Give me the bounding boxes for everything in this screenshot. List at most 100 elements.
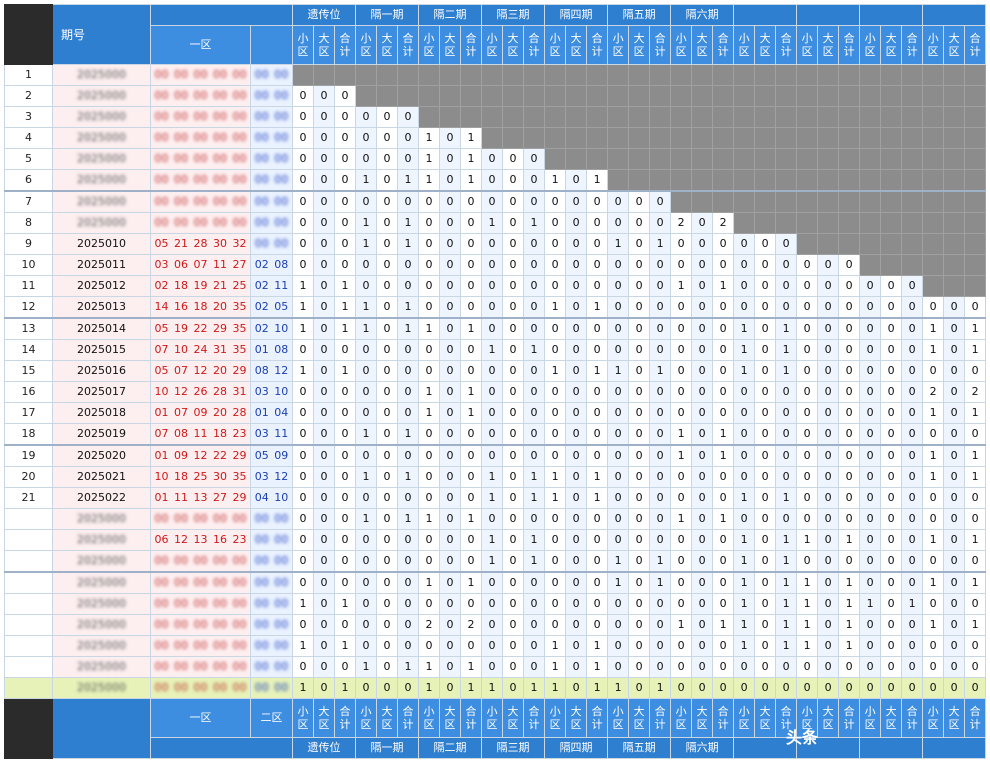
row-number: 11 bbox=[4, 275, 53, 297]
value-cell: 0 bbox=[943, 317, 966, 340]
value-cell: 0 bbox=[586, 339, 609, 361]
sub-char: 区 bbox=[885, 718, 897, 731]
value-cell: 0 bbox=[607, 275, 630, 297]
sub-char: 区 bbox=[759, 45, 771, 58]
value-cell: 0 bbox=[523, 169, 546, 192]
value-cell: 0 bbox=[313, 635, 335, 657]
value-cell: 0 bbox=[628, 190, 651, 213]
value-cell: 0 bbox=[397, 550, 420, 573]
value-cell: 0 bbox=[333, 423, 357, 446]
sub-char: 大 bbox=[759, 705, 771, 718]
sub-char: 区 bbox=[612, 45, 624, 58]
masked-cell bbox=[691, 190, 714, 213]
value-cell: 0 bbox=[565, 381, 588, 403]
value-cell: 0 bbox=[691, 614, 714, 636]
masked-cell bbox=[964, 64, 987, 86]
sub-char: 合 bbox=[717, 705, 729, 718]
row-number: 14 bbox=[4, 339, 53, 361]
value-cell: 0 bbox=[544, 593, 567, 615]
value-cell: 0 bbox=[565, 508, 588, 530]
value-cell: 0 bbox=[313, 148, 335, 170]
value-cell: 0 bbox=[754, 508, 777, 530]
value-cell: 0 bbox=[754, 466, 777, 488]
value-cell: 0 bbox=[922, 296, 945, 319]
value-cell: 0 bbox=[943, 466, 966, 488]
value-cell: 0 bbox=[796, 339, 819, 361]
value-cell: 0 bbox=[796, 254, 819, 276]
value-cell: 0 bbox=[502, 296, 525, 319]
sub-char: 大 bbox=[948, 705, 960, 718]
value-cell: 0 bbox=[628, 508, 651, 530]
sub-char: 合 bbox=[969, 32, 981, 45]
value-cell: 1 bbox=[460, 656, 483, 678]
value-cell: 0 bbox=[313, 254, 335, 276]
footer-issue bbox=[52, 698, 151, 759]
value-cell: 1 bbox=[733, 339, 756, 361]
value-cell: 0 bbox=[355, 529, 378, 551]
value-cell: 0 bbox=[754, 275, 777, 297]
row-number bbox=[4, 593, 53, 615]
masked-cell bbox=[880, 85, 903, 107]
value-cell: 1 bbox=[333, 296, 357, 319]
value-cell: 0 bbox=[628, 339, 651, 361]
issue-cell: 2025022 bbox=[52, 487, 151, 509]
value-cell: 0 bbox=[376, 106, 399, 128]
masked-cell bbox=[691, 64, 714, 86]
value-cell: 0 bbox=[796, 508, 819, 530]
value-cell: 0 bbox=[628, 212, 651, 234]
masked-cell bbox=[544, 64, 567, 86]
value-cell: 0 bbox=[333, 571, 357, 594]
value-cell: 1 bbox=[733, 317, 756, 340]
issue-cell: 2025000 bbox=[52, 593, 151, 615]
value-cell: 0 bbox=[964, 508, 987, 530]
value-cell: 1 bbox=[607, 677, 630, 699]
value-cell: 0 bbox=[670, 360, 693, 382]
value-cell: 0 bbox=[964, 656, 987, 678]
value-cell: 1 bbox=[733, 550, 756, 573]
value-cell: 1 bbox=[460, 317, 483, 340]
foot-sub-28: 大区 bbox=[880, 698, 903, 738]
masked-cell bbox=[502, 85, 525, 107]
value-cell: 0 bbox=[481, 508, 504, 530]
sub-char: 合 bbox=[654, 705, 666, 718]
sub-char: 大 bbox=[507, 32, 519, 45]
head-sub-17: 合计 bbox=[649, 25, 672, 65]
footer-zone1: 一区 bbox=[150, 698, 251, 738]
sub-char: 区 bbox=[864, 718, 876, 731]
value-cell: 1 bbox=[397, 233, 420, 255]
masked-cell bbox=[523, 85, 546, 107]
sub-char: 计 bbox=[843, 45, 855, 58]
sub-char: 小 bbox=[864, 32, 876, 45]
masked-cell bbox=[607, 64, 630, 86]
issue-cell: 2025015 bbox=[52, 339, 151, 361]
value-cell: 0 bbox=[376, 635, 399, 657]
sub-char: 合 bbox=[528, 705, 540, 718]
value-cell: 1 bbox=[586, 677, 609, 699]
value-cell: 1 bbox=[964, 614, 987, 636]
value-cell: 1 bbox=[670, 444, 693, 467]
value-cell: 1 bbox=[712, 508, 735, 530]
sub-char: 区 bbox=[486, 45, 498, 58]
value-cell: 0 bbox=[628, 423, 651, 446]
value-cell: 0 bbox=[439, 529, 462, 551]
value-cell: 0 bbox=[502, 677, 525, 699]
zone2-numbers: 00 00 bbox=[250, 550, 293, 573]
value-cell: 0 bbox=[586, 317, 609, 340]
footer-group-0: 遗传位 bbox=[291, 737, 357, 759]
masked-cell bbox=[964, 190, 987, 213]
masked-cell bbox=[901, 127, 924, 149]
value-cell: 0 bbox=[544, 233, 567, 255]
value-cell: 0 bbox=[333, 190, 357, 213]
value-cell: 0 bbox=[838, 656, 861, 678]
masked-cell bbox=[712, 85, 735, 107]
value-cell: 0 bbox=[628, 402, 651, 424]
group-header-0: 遗传位 bbox=[291, 4, 357, 26]
value-cell: 1 bbox=[796, 635, 819, 657]
issue-cell: 2025013 bbox=[52, 296, 151, 319]
sub-char: 区 bbox=[801, 45, 813, 58]
value-cell: 0 bbox=[733, 444, 756, 467]
value-cell: 0 bbox=[775, 466, 798, 488]
value-cell: 0 bbox=[649, 614, 672, 636]
sub-char: 区 bbox=[822, 45, 834, 58]
sub-char: 大 bbox=[633, 32, 645, 45]
